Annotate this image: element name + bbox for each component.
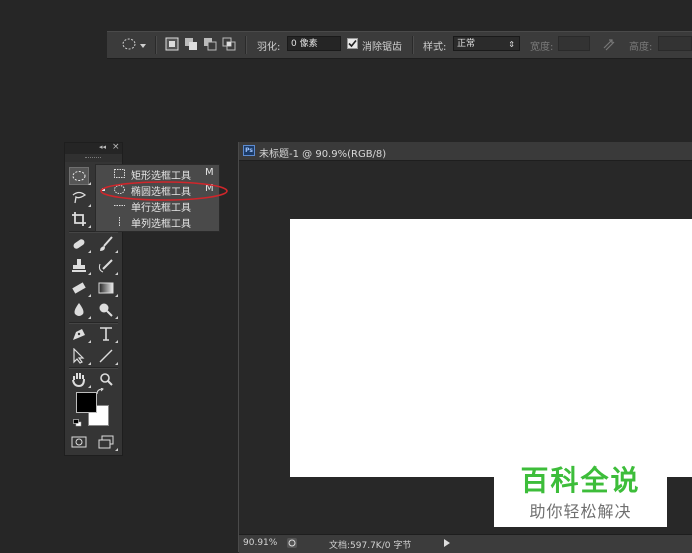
hand-tool-icon[interactable] xyxy=(70,371,91,388)
divider xyxy=(412,36,414,54)
lasso-tool-icon[interactable] xyxy=(70,190,91,207)
document-info: 文档:597.7K/0 字节 xyxy=(329,541,412,551)
style-select-value: 正常 xyxy=(457,39,476,49)
select-arrows-icon: ⇕ xyxy=(508,40,515,49)
watermark-logo: 百科全说 助你轻松解决 xyxy=(494,454,667,527)
divider xyxy=(69,367,118,369)
antialias-label: 消除锯齿 xyxy=(362,42,402,53)
style-label: 样式: xyxy=(423,42,447,53)
crop-tool-icon[interactable] xyxy=(70,211,91,228)
style-select[interactable]: 正常 ⇕ xyxy=(453,36,520,51)
status-menu-icon[interactable] xyxy=(287,538,297,548)
flyout-item-shortcut: M xyxy=(205,167,214,178)
zoom-level[interactable]: 90.91% xyxy=(243,538,277,548)
zoom-tool-icon[interactable] xyxy=(97,371,115,387)
rect-marquee-icon xyxy=(114,169,125,178)
watermark-title: 百科全说 xyxy=(520,464,641,497)
foreground-color-swatch[interactable] xyxy=(76,392,97,413)
add-to-selection-icon[interactable] xyxy=(183,36,199,52)
path-selection-icon[interactable] xyxy=(70,348,91,365)
status-arrow-icon[interactable] xyxy=(444,539,450,550)
collapse-panel-icon[interactable]: ◂◂ xyxy=(99,143,106,151)
quick-mask-icon[interactable] xyxy=(70,434,88,450)
ps-document-icon: Ps xyxy=(243,145,255,156)
swap-colors-icon[interactable] xyxy=(96,387,106,396)
new-selection-icon[interactable] xyxy=(164,36,180,52)
tools-panel-grip[interactable] xyxy=(65,154,122,162)
gradient-tool-icon[interactable] xyxy=(97,280,118,297)
blur-tool-icon[interactable] xyxy=(70,302,91,319)
height-input[interactable] xyxy=(658,36,692,51)
pen-tool-icon[interactable] xyxy=(70,326,91,343)
preset-dropdown-arrow-icon[interactable] xyxy=(140,41,146,48)
subtract-from-selection-icon[interactable] xyxy=(202,36,218,52)
options-bar: 羽化: 0 像素 消除锯齿 样式: 正常 ⇕ 宽度: 高度: xyxy=(107,31,692,59)
status-bar: 90.91% 文档:597.7K/0 字节 xyxy=(239,534,692,553)
highlight-ellipse xyxy=(100,181,228,201)
width-input[interactable] xyxy=(558,36,590,51)
screen-mode-icon[interactable] xyxy=(97,434,118,451)
single-column-marquee-icon xyxy=(114,217,125,226)
history-brush-icon[interactable] xyxy=(97,258,118,275)
flyout-item-label: 单列选框工具 xyxy=(131,219,191,230)
type-tool-icon[interactable] xyxy=(97,326,118,343)
spot-healing-brush-icon[interactable] xyxy=(70,236,91,253)
divider xyxy=(245,36,247,54)
divider xyxy=(155,36,157,54)
feather-label: 羽化: xyxy=(257,42,281,53)
watermark-subtitle: 助你轻松解决 xyxy=(529,502,632,521)
brush-tool-icon[interactable] xyxy=(97,236,118,253)
intersect-selection-icon[interactable] xyxy=(221,36,237,52)
clone-stamp-icon[interactable] xyxy=(70,258,91,275)
document-tab[interactable]: Ps 未标题-1 @ 90.9%(RGB/8) xyxy=(239,142,692,161)
divider xyxy=(69,322,118,324)
close-panel-icon[interactable]: × xyxy=(112,142,120,152)
default-colors-icon[interactable] xyxy=(73,419,82,427)
document-title: 未标题-1 @ 90.9%(RGB/8) xyxy=(259,149,387,160)
line-tool-icon[interactable] xyxy=(97,348,118,365)
width-label: 宽度: xyxy=(530,42,554,53)
swap-dimensions-icon[interactable] xyxy=(601,37,617,53)
ellipse-marquee-preset-icon[interactable] xyxy=(121,36,137,52)
marquee-tool-icon[interactable] xyxy=(69,167,91,185)
feather-input[interactable]: 0 像素 xyxy=(287,36,341,51)
dodge-tool-icon[interactable] xyxy=(97,302,118,319)
flyout-item-single-column-marquee[interactable]: 单列选框工具 xyxy=(96,214,219,230)
eraser-tool-icon[interactable] xyxy=(70,280,91,297)
canvas[interactable] xyxy=(290,219,692,477)
antialias-checkbox[interactable] xyxy=(347,38,358,49)
tools-panel-header[interactable]: ◂◂ × xyxy=(65,142,122,154)
height-label: 高度: xyxy=(629,42,653,53)
